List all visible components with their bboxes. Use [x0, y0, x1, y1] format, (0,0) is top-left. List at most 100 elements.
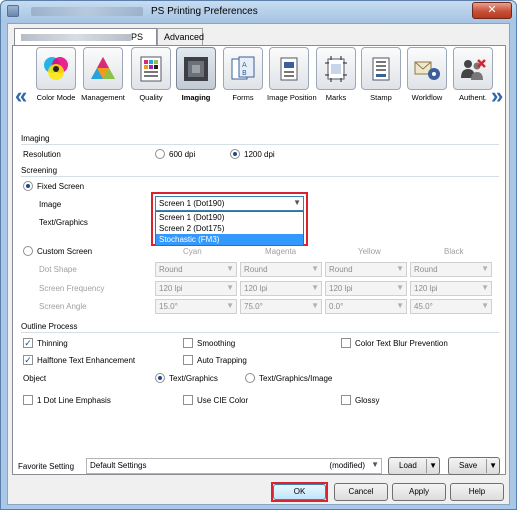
- tab-ps[interactable]: PS: [14, 28, 157, 45]
- select-value: Round: [244, 265, 268, 274]
- fixed-screen-radio[interactable]: [23, 181, 33, 191]
- object-text-graphics-image-radio[interactable]: [245, 373, 255, 383]
- object-text-graphics-label: Text/Graphics: [169, 374, 218, 383]
- dot-shape-yellow-select[interactable]: Round ▼: [325, 262, 407, 277]
- printer-model-redacted: [21, 34, 131, 42]
- iconbar-item-workflow[interactable]: Workflow: [405, 47, 449, 102]
- save-button[interactable]: Save ▼: [448, 457, 500, 475]
- column-header-black: Black: [444, 247, 464, 256]
- load-label: Load: [399, 461, 417, 470]
- frequency-yellow-select[interactable]: 120 lpi ▼: [325, 281, 407, 296]
- dropdown-option[interactable]: Screen 2 (Dot175): [156, 223, 303, 234]
- resolution-600-label: 600 dpi: [169, 150, 196, 159]
- object-text-graphics-radio[interactable]: [155, 373, 165, 383]
- auto-trapping-checkbox[interactable]: [183, 355, 193, 365]
- select-value: 120 lpi: [414, 284, 438, 293]
- tab-panel: « » Color Mode Management Quality Imagin…: [12, 45, 506, 475]
- frequency-magenta-select[interactable]: 120 lpi ▼: [240, 281, 322, 296]
- frequency-black-select[interactable]: 120 lpi ▼: [410, 281, 492, 296]
- dot-shape-magenta-select[interactable]: Round ▼: [240, 262, 322, 277]
- angle-yellow-select[interactable]: 0.0° ▼: [325, 299, 407, 314]
- dropdown-option[interactable]: Screen 1 (Dot190): [156, 212, 303, 223]
- dot-shape-label: Dot Shape: [39, 265, 77, 274]
- management-icon: [83, 47, 123, 90]
- auto-trapping-label: Auto Trapping: [197, 356, 247, 365]
- cancel-button[interactable]: Cancel: [334, 483, 388, 501]
- resolution-600-radio[interactable]: [155, 149, 165, 159]
- close-button[interactable]: ✕: [472, 2, 512, 19]
- dot-shape-cyan-select[interactable]: Round ▼: [155, 262, 237, 277]
- object-text-graphics-image-label: Text/Graphics/Image: [259, 374, 333, 383]
- smoothing-checkbox[interactable]: [183, 338, 193, 348]
- iconbar-item-imaging[interactable]: Imaging: [174, 47, 218, 102]
- tab-advanced[interactable]: Advanced: [157, 28, 204, 45]
- workflow-icon: [407, 47, 447, 90]
- dropdown-option-selected[interactable]: Stochastic (FM3): [156, 234, 303, 245]
- angle-magenta-select[interactable]: 75.0° ▼: [240, 299, 322, 314]
- iconbar-item-forms[interactable]: A B Forms: [221, 47, 265, 102]
- iconbar-item-authentication[interactable]: Authent.: [451, 47, 495, 102]
- iconbar-item-marks[interactable]: Marks: [314, 47, 358, 102]
- save-label: Save: [459, 461, 478, 470]
- image-position-icon: [269, 47, 309, 90]
- frequency-cyan-select[interactable]: 120 lpi ▼: [155, 281, 237, 296]
- halftone-checkbox[interactable]: ✓: [23, 355, 33, 365]
- ok-button[interactable]: OK: [273, 484, 326, 500]
- authentication-icon: [453, 47, 493, 90]
- dot-line-label: 1 Dot Line Emphasis: [37, 396, 111, 405]
- cie-color-checkbox[interactable]: [183, 395, 193, 405]
- color-text-blur-checkbox[interactable]: [341, 338, 351, 348]
- resolution-1200-radio[interactable]: [230, 149, 240, 159]
- chevron-down-icon: ▼: [489, 461, 497, 470]
- dot-shape-black-select[interactable]: Round ▼: [410, 262, 492, 277]
- chevron-down-icon: ▼: [226, 264, 234, 273]
- thinning-checkbox[interactable]: ✓: [23, 338, 33, 348]
- chevron-down-icon: ▼: [293, 198, 301, 207]
- angle-cyan-select[interactable]: 15.0° ▼: [155, 299, 237, 314]
- favorite-setting-select[interactable]: Default Settings (modified) ▼: [86, 458, 382, 474]
- glossy-checkbox[interactable]: [341, 395, 351, 405]
- scroll-left-icon[interactable]: «: [15, 83, 27, 109]
- load-button[interactable]: Load ▼: [388, 457, 440, 475]
- iconbar-item-management[interactable]: Management: [81, 47, 125, 102]
- select-value: Round: [414, 265, 438, 274]
- divider: [426, 459, 427, 473]
- dot-line-checkbox[interactable]: [23, 395, 33, 405]
- custom-screen-radio[interactable]: [23, 246, 33, 256]
- object-label: Object: [23, 374, 47, 383]
- iconbar-label: Color Mode: [36, 93, 76, 102]
- printer-app-icon: [7, 5, 19, 17]
- divider: [21, 332, 499, 333]
- marks-icon: [316, 47, 356, 90]
- dialog-client-area: PS Advanced « » Color Mode Management Qu…: [7, 23, 510, 505]
- select-value: 0.0°: [329, 302, 344, 311]
- favorite-setting-label: Favorite Setting: [18, 462, 75, 471]
- help-button[interactable]: Help: [450, 483, 504, 501]
- column-header-cyan: Cyan: [183, 247, 202, 256]
- chevron-down-icon: ▼: [481, 264, 489, 273]
- chevron-down-icon: ▼: [396, 283, 404, 292]
- printing-preferences-window: PS Printing Preferences ✕ PS Advanced « …: [0, 0, 517, 510]
- iconbar-item-image-position[interactable]: Image Position: [267, 47, 317, 102]
- select-value: 120 lpi: [159, 284, 183, 293]
- angle-black-select[interactable]: 45.0° ▼: [410, 299, 492, 314]
- title-bar[interactable]: PS Printing Preferences ✕: [1, 1, 516, 23]
- iconbar-label: Image Position: [267, 93, 317, 102]
- screen-frequency-label: Screen Frequency: [39, 284, 105, 293]
- svg-text:A: A: [242, 61, 247, 69]
- glossy-label: Glossy: [355, 396, 380, 405]
- forms-icon: A B: [223, 47, 263, 90]
- iconbar-item-quality[interactable]: Quality: [129, 47, 173, 102]
- image-screen-select[interactable]: Screen 1 (Dot190) ▼: [155, 196, 304, 211]
- stamp-icon: [361, 47, 401, 90]
- text-graphics-label: Text/Graphics: [39, 218, 88, 227]
- select-value: Round: [329, 265, 353, 274]
- svg-text:B: B: [242, 69, 247, 77]
- apply-button[interactable]: Apply: [392, 483, 446, 501]
- modified-indicator: (modified): [329, 461, 365, 470]
- iconbar-item-stamp[interactable]: Stamp: [359, 47, 403, 102]
- iconbar-label: Forms: [232, 93, 254, 102]
- iconbar-item-color-mode[interactable]: Color Mode: [34, 47, 78, 102]
- select-value: 15.0°: [159, 302, 178, 311]
- custom-screen-label: Custom Screen: [37, 247, 93, 256]
